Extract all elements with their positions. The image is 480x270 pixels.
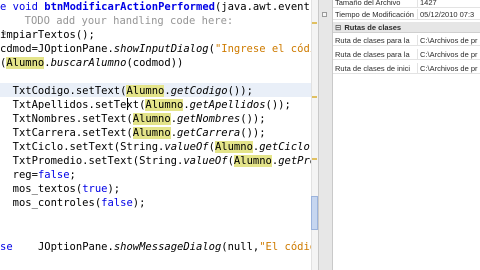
code-token: se: [0, 241, 13, 253]
property-value: 1427: [417, 0, 480, 7]
highlighted-token: Alumno: [145, 99, 184, 111]
property-name: Tamaño del Archivo: [335, 0, 401, 7]
property-name: Ruta de clases para la: [335, 50, 410, 59]
code-token: TxtCarrera.setText(: [0, 127, 133, 139]
error-stripe-mark[interactable]: [312, 158, 317, 160]
property-name: Ruta de clases para la: [335, 36, 410, 45]
highlighted-token: Alumno: [132, 127, 171, 139]
code-line[interactable]: TxtNombres.setText(Alumno.getNombres());: [0, 112, 266, 126]
split-divider[interactable]: [318, 0, 333, 270]
code-token: TxtCiclo.setText(String.: [0, 141, 165, 153]
code-token: reg=: [0, 169, 38, 181]
highlighted-token: Alumno: [126, 85, 165, 97]
code-token: void: [12, 1, 38, 13]
property-value: 05/12/2010 07:3: [417, 9, 480, 19]
error-stripe-mark[interactable]: [312, 22, 317, 24]
code-token: showInputDialog: [113, 43, 209, 55]
code-token: getNombres: [177, 113, 241, 125]
code-token: (: [227, 155, 234, 167]
code-line[interactable]: cdmod=JOptionPane.showInputDialog("Ingre…: [0, 42, 318, 56]
property-row[interactable]: Tiempo de Modificación 05/12/2010 07:3: [333, 9, 480, 20]
text-cursor: [127, 98, 128, 110]
code-token: buscarAlumno: [50, 57, 127, 69]
code-token: ());: [227, 85, 253, 97]
editor-scrollbar-thumb[interactable]: [311, 196, 318, 230]
code-token: getApellidos: [189, 99, 266, 111]
properties-panel: Tamaño del Archivo 1427 Tiempo de Modifi…: [333, 0, 480, 270]
code-line[interactable]: e void btnModificarActionPerformed(java.…: [0, 0, 318, 14]
property-row[interactable]: Ruta de clases de inici C:\Archivos de p…: [333, 63, 480, 74]
property-value: C:\Archivos de pr: [417, 49, 480, 59]
code-line[interactable]: impiarTextos();: [0, 28, 95, 42]
code-token: );: [107, 183, 121, 195]
code-token: (java.awt.event.A: [214, 1, 318, 13]
code-token: mos_textos(: [0, 183, 83, 195]
code-token: valueOf: [164, 141, 209, 153]
code-token: TxtNombres.setText(: [0, 113, 133, 125]
code-token: "Ingrese el código: [214, 43, 318, 55]
collapse-icon[interactable]: [322, 12, 327, 17]
code-line[interactable]: TxtCarrera.setText(Alumno.getCarrera());: [0, 126, 266, 140]
code-token: ;: [69, 169, 76, 181]
code-token: getCarrera: [177, 127, 241, 139]
property-row[interactable]: Tamaño del Archivo 1427: [333, 0, 480, 8]
code-editor[interactable]: e void btnModificarActionPerformed(java.…: [0, 0, 318, 270]
code-token: getCodigo: [170, 85, 228, 97]
code-token: =JOptionPane.: [31, 43, 114, 55]
code-line[interactable]: TxtApellidos.setText(Alumno.getApellidos…: [0, 98, 291, 112]
error-stripe-mark[interactable]: [312, 96, 317, 98]
property-name: Tiempo de Modificación: [335, 10, 414, 19]
code-token: showMessageDialog: [113, 241, 222, 253]
property-row[interactable]: Ruta de clases para la C:\Archivos de pr: [333, 49, 480, 60]
highlighted-token: Alumno: [6, 57, 45, 69]
code-line[interactable]: mos_controles(false);: [0, 196, 146, 210]
code-line[interactable]: TODO add your handling code here:: [12, 14, 234, 28]
code-token: (codmod)): [126, 57, 184, 69]
code-token: mos_controles(: [0, 197, 102, 209]
collapse-section-icon[interactable]: ⊟: [335, 23, 341, 32]
code-token: cdmod: [0, 43, 32, 55]
code-token: ());: [265, 99, 291, 111]
property-value: C:\Archivos de pr: [417, 63, 480, 73]
highlighted-token: Alumno: [233, 155, 272, 167]
code-line[interactable]: mos_textos(true);: [0, 182, 121, 196]
code-line[interactable]: TxtCiclo.setText(String.valueOf(Alumno.g…: [0, 140, 318, 154]
code-token: TxtPromedio.setText(String.: [0, 155, 184, 167]
code-token: ());: [240, 127, 266, 139]
code-token: TxtCodigo.setText(: [0, 85, 127, 97]
highlighted-token: Alumno: [132, 113, 171, 125]
code-token: valueOf: [183, 155, 228, 167]
property-value: C:\Archivos de pr: [417, 35, 480, 45]
code-line[interactable]: TxtCodigo.setText(Alumno.getCodigo());: [0, 84, 253, 98]
section-title: Rutas de clases: [344, 23, 402, 32]
code-token: (null,: [221, 241, 260, 253]
code-token: TxtApellidos.setText(: [0, 99, 146, 111]
code-token: e: [0, 1, 13, 13]
code-token: false: [37, 169, 70, 181]
code-token: JOptionPane.: [12, 241, 114, 253]
code-token: ());: [240, 113, 266, 125]
code-token: btnModificarActionPerformed: [44, 1, 215, 13]
code-token: TODO add your handling code here:: [12, 15, 234, 27]
code-token: false: [101, 197, 133, 209]
classpath-section-header[interactable]: ⊟ Rutas de clases: [333, 22, 480, 33]
code-token: true: [82, 183, 108, 195]
property-row[interactable]: Ruta de clases para la C:\Archivos de pr: [333, 35, 480, 46]
code-line[interactable]: TxtPromedio.setText(String.valueOf(Alumn…: [0, 154, 316, 168]
code-token: impiarTextos();: [0, 29, 95, 41]
code-token: "El código: [259, 241, 318, 253]
code-line[interactable]: se JOptionPane.showMessageDialog(null,"E…: [0, 240, 318, 254]
code-line[interactable]: (Alumno.buscarAlumno(codmod)): [0, 56, 183, 70]
code-token: getCiclo: [259, 141, 310, 153]
code-line[interactable]: reg=false;: [0, 168, 76, 182]
property-name: Ruta de clases de inici: [335, 64, 411, 73]
highlighted-token: Alumno: [214, 141, 253, 153]
code-token: );: [132, 197, 146, 209]
